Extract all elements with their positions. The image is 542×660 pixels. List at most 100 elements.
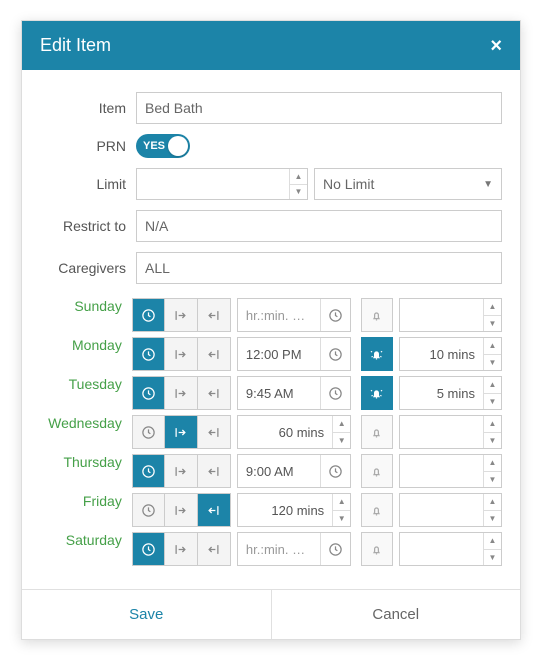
chevron-down-icon[interactable]: ▼: [484, 394, 501, 410]
time-input[interactable]: 120 mins▲▼: [237, 493, 351, 527]
alert-value-input[interactable]: ▲▼: [399, 298, 502, 332]
alert-spinner[interactable]: ▲▼: [483, 533, 501, 565]
clock-icon[interactable]: [320, 455, 350, 487]
time-input[interactable]: hr.:min. …: [237, 532, 351, 566]
arrow-forward-icon[interactable]: [165, 299, 197, 331]
alert-spinner[interactable]: ▲▼: [483, 299, 501, 331]
clock-icon[interactable]: [133, 455, 165, 487]
bell-icon[interactable]: [361, 337, 393, 371]
day-row-saturday: Saturdayhr.:min. …▲▼: [40, 532, 502, 566]
bell-icon[interactable]: [361, 376, 393, 410]
chevron-up-icon[interactable]: ▲: [484, 494, 501, 511]
chevron-up-icon[interactable]: ▲: [484, 338, 501, 355]
chevron-down-icon[interactable]: ▼: [484, 550, 501, 566]
clock-icon[interactable]: [320, 338, 350, 370]
arrow-back-icon[interactable]: [198, 455, 230, 487]
alert-spinner[interactable]: ▲▼: [483, 338, 501, 370]
chevron-up-icon[interactable]: ▲: [484, 416, 501, 433]
clock-icon[interactable]: [133, 338, 165, 370]
row-caregivers: Caregivers ALL: [40, 252, 502, 284]
limit-number-input[interactable]: ▲ ▼: [136, 168, 308, 200]
mode-group: [132, 415, 231, 449]
chevron-down-icon[interactable]: ▼: [484, 511, 501, 527]
alert-spinner[interactable]: ▲▼: [483, 494, 501, 526]
chevron-down-icon[interactable]: ▼: [484, 472, 501, 488]
arrow-back-icon[interactable]: [198, 377, 230, 409]
clock-icon[interactable]: [133, 377, 165, 409]
clock-icon[interactable]: [320, 299, 350, 331]
alert-value-input[interactable]: ▲▼: [399, 415, 502, 449]
alert-value-input[interactable]: ▲▼: [399, 532, 502, 566]
time-input[interactable]: 12:00 PM: [237, 337, 351, 371]
chevron-up-icon[interactable]: ▲: [484, 455, 501, 472]
prn-toggle[interactable]: YES: [136, 134, 190, 158]
arrow-forward-icon[interactable]: [165, 455, 197, 487]
clock-icon[interactable]: [133, 494, 165, 526]
clock-icon[interactable]: [133, 533, 165, 565]
clock-icon[interactable]: [320, 377, 350, 409]
arrow-back-icon[interactable]: [198, 416, 230, 448]
alert-spinner[interactable]: ▲▼: [483, 416, 501, 448]
time-input[interactable]: 9:00 AM: [237, 454, 351, 488]
bell-icon[interactable]: [361, 454, 393, 488]
time-spinner[interactable]: ▲▼: [332, 416, 350, 448]
limit-select[interactable]: No Limit ▼: [314, 168, 502, 200]
arrow-back-icon[interactable]: [198, 299, 230, 331]
arrow-back-icon[interactable]: [198, 533, 230, 565]
alert-spinner[interactable]: ▲▼: [483, 377, 501, 409]
arrow-back-icon[interactable]: [198, 338, 230, 370]
time-input[interactable]: 9:45 AM: [237, 376, 351, 410]
chevron-down-icon[interactable]: ▼: [484, 355, 501, 371]
chevron-down-icon[interactable]: ▼: [290, 185, 307, 200]
chevron-down-icon[interactable]: ▼: [333, 433, 350, 449]
alert-spinner[interactable]: ▲▼: [483, 455, 501, 487]
arrow-forward-icon[interactable]: [165, 338, 197, 370]
time-input[interactable]: 60 mins▲▼: [237, 415, 351, 449]
chevron-up-icon[interactable]: ▲: [333, 416, 350, 433]
arrow-forward-icon[interactable]: [165, 377, 197, 409]
day-label: Thursday: [40, 454, 132, 488]
day-label: Tuesday: [40, 376, 132, 410]
arrow-back-icon[interactable]: [198, 494, 230, 526]
label-restrict: Restrict to: [40, 218, 136, 234]
close-icon[interactable]: ×: [490, 36, 502, 56]
chevron-down-icon[interactable]: ▼: [484, 433, 501, 449]
item-input[interactable]: Bed Bath: [136, 92, 502, 124]
time-spinner[interactable]: ▲▼: [332, 494, 350, 526]
chevron-up-icon[interactable]: ▲: [484, 377, 501, 394]
arrow-forward-icon[interactable]: [165, 416, 197, 448]
time-input[interactable]: hr.:min. …: [237, 298, 351, 332]
limit-spinner[interactable]: ▲ ▼: [289, 169, 307, 199]
row-restrict: Restrict to N/A: [40, 210, 502, 242]
caregivers-input[interactable]: ALL: [136, 252, 502, 284]
chevron-up-icon[interactable]: ▲: [484, 299, 501, 316]
alert-value-input[interactable]: 5 mins▲▼: [399, 376, 502, 410]
clock-icon[interactable]: [133, 416, 165, 448]
chevron-down-icon[interactable]: ▼: [484, 316, 501, 332]
arrow-forward-icon[interactable]: [165, 533, 197, 565]
chevron-up-icon[interactable]: ▲: [290, 169, 307, 185]
cancel-button[interactable]: Cancel: [272, 590, 521, 639]
clock-icon[interactable]: [133, 299, 165, 331]
alert-value-input[interactable]: 10 mins▲▼: [399, 337, 502, 371]
save-button[interactable]: Save: [22, 590, 272, 639]
alert-value-input[interactable]: ▲▼: [399, 454, 502, 488]
bell-icon[interactable]: [361, 415, 393, 449]
arrow-forward-icon[interactable]: [165, 494, 197, 526]
mode-group: [132, 454, 231, 488]
row-limit: Limit ▲ ▼ No Limit ▼: [40, 168, 502, 200]
edit-item-modal: Edit Item × Item Bed Bath PRN YES Limit …: [21, 20, 521, 640]
label-prn: PRN: [40, 138, 136, 154]
day-label: Sunday: [40, 298, 132, 332]
restrict-input[interactable]: N/A: [136, 210, 502, 242]
label-limit: Limit: [40, 176, 136, 192]
chevron-up-icon[interactable]: ▲: [333, 494, 350, 511]
clock-icon[interactable]: [320, 533, 350, 565]
chevron-down-icon[interactable]: ▼: [333, 511, 350, 527]
bell-icon[interactable]: [361, 298, 393, 332]
day-row-tuesday: Tuesday 9:45 AM 5 mins▲▼: [40, 376, 502, 410]
chevron-up-icon[interactable]: ▲: [484, 533, 501, 550]
bell-icon[interactable]: [361, 532, 393, 566]
bell-icon[interactable]: [361, 493, 393, 527]
alert-value-input[interactable]: ▲▼: [399, 493, 502, 527]
